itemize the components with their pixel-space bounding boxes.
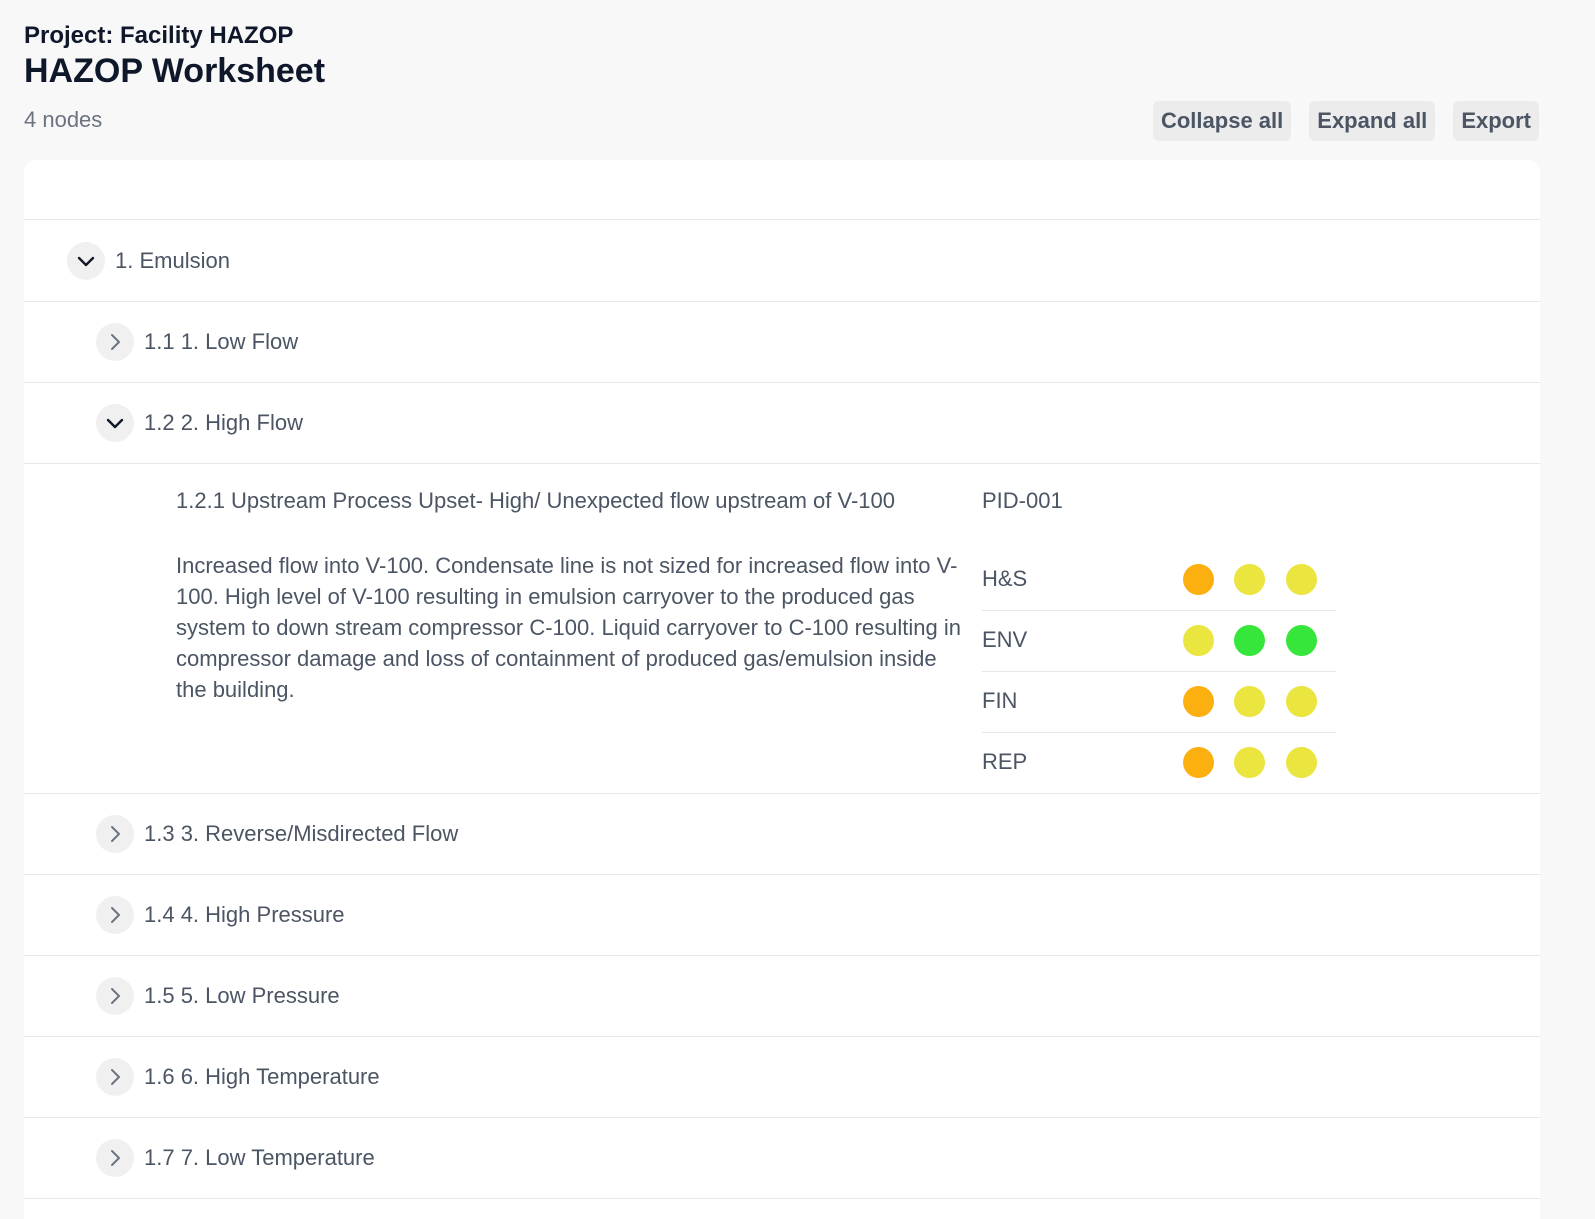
consequence-text: Increased flow into V-100. Condensate li… (176, 553, 961, 702)
deviation-label: 1.2 2. High Flow (144, 410, 303, 435)
deviation-row-low-flow[interactable]: 1.1 1. Low Flow (24, 302, 1540, 383)
worksheet-tree: 1. Emulsion 1.1 1. Low Flow 1.2 2. High … (24, 160, 1540, 1219)
chevron-down-icon[interactable] (96, 404, 134, 442)
risk-rank-dot (1286, 564, 1317, 595)
chevron-right-icon[interactable] (96, 896, 134, 934)
risk-category-label: ENV (982, 627, 1028, 652)
risk-category-label: H&S (982, 566, 1028, 591)
chevron-right-icon[interactable] (96, 1058, 134, 1096)
deviation-row-high-pressure[interactable]: 1.4 4. High Pressure (24, 875, 1540, 956)
risk-row-env: ENV (982, 611, 1336, 672)
chevron-right-icon[interactable] (96, 1139, 134, 1177)
collapse-all-button[interactable]: Collapse all (1152, 101, 1292, 141)
severity-dot (1183, 625, 1214, 656)
risk-row-rep: REP (982, 733, 1336, 793)
severity-dot (1183, 686, 1214, 717)
node-count: 4 nodes (24, 107, 103, 132)
deviation-label: 1.5 5. Low Pressure (144, 983, 340, 1008)
export-button[interactable]: Export (1453, 101, 1539, 141)
toolbar: Collapse all Expand all Export (1152, 101, 1539, 141)
severity-dot (1183, 564, 1214, 595)
page-title: HAZOP Worksheet (24, 52, 326, 90)
hazop-worksheet-page: Project: Facility HAZOP HAZOP Worksheet … (0, 0, 1595, 1219)
risk-category-label: FIN (982, 688, 1018, 713)
tree-header (24, 160, 1540, 220)
deviation-label: 1.1 1. Low Flow (144, 329, 299, 354)
chevron-down-icon[interactable] (67, 241, 105, 280)
likelihood-dot (1234, 686, 1265, 717)
cause-title: 1.2.1 Upstream Process Upset- High/ Unex… (176, 488, 896, 513)
deviation-label: 1.4 4. High Pressure (144, 902, 345, 927)
deviation-row-low-temperature[interactable]: 1.7 7. Low Temperature (24, 1118, 1540, 1199)
risk-rank-dot (1286, 686, 1317, 717)
likelihood-dot (1234, 747, 1265, 778)
deviation-label: 1.7 7. Low Temperature (144, 1145, 375, 1170)
node-row-emulsion[interactable]: 1. Emulsion (24, 220, 1540, 302)
risk-matrix: H&S ENV FIN REP (982, 550, 1336, 793)
node-label: 1. Emulsion (115, 247, 230, 273)
risk-rank-dot (1286, 747, 1317, 778)
risk-rank-dot (1286, 625, 1317, 656)
risk-category-label: REP (982, 749, 1028, 774)
deviation-row-low-pressure[interactable]: 1.5 5. Low Pressure (24, 956, 1540, 1037)
chevron-right-icon[interactable] (96, 977, 134, 1015)
project-label: Project: Facility HAZOP (24, 22, 294, 49)
likelihood-dot (1234, 564, 1265, 595)
chevron-right-icon[interactable] (96, 815, 134, 853)
deviation-label: 1.6 6. High Temperature (144, 1064, 380, 1089)
likelihood-dot (1234, 625, 1265, 656)
pid-reference: PID-001 (982, 488, 1063, 513)
deviation-label: 1.3 3. Reverse/Misdirected Flow (144, 821, 459, 846)
deviation-row-high-flow[interactable]: 1.2 2. High Flow (24, 383, 1540, 464)
severity-dot (1183, 747, 1214, 778)
deviation-row-reverse-flow[interactable]: 1.3 3. Reverse/Misdirected Flow (24, 794, 1540, 875)
expand-all-button[interactable]: Expand all (1309, 101, 1436, 141)
chevron-right-icon[interactable] (96, 323, 134, 361)
deviation-row-high-temperature[interactable]: 1.6 6. High Temperature (24, 1037, 1540, 1118)
risk-row-fin: FIN (982, 672, 1336, 733)
risk-row-hs: H&S (982, 550, 1336, 611)
cause-detail-panel: 1.2.1 Upstream Process Upset- High/ Unex… (24, 464, 1540, 794)
